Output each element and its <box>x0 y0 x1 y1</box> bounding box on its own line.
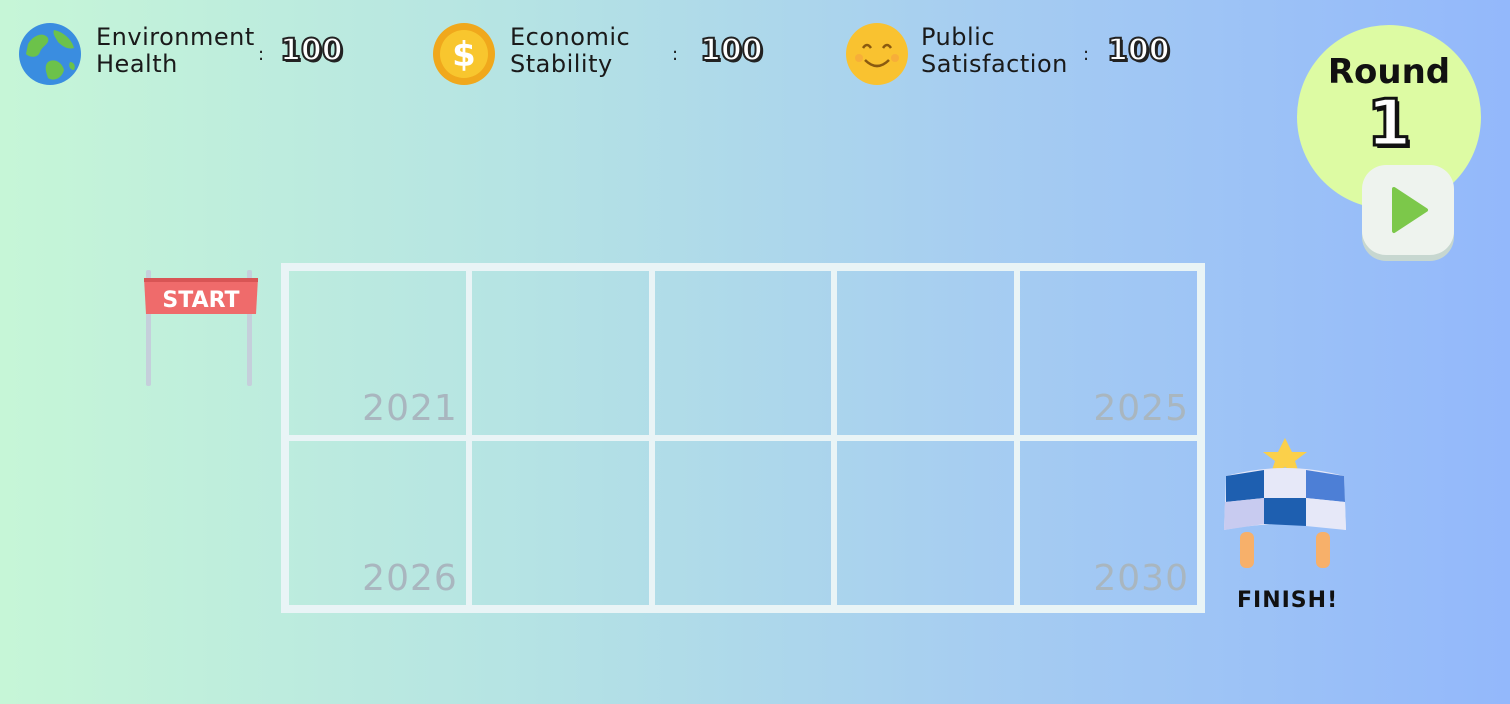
economic-label-line1: Economic <box>510 23 631 51</box>
environment-label-line1: Environment <box>96 23 255 51</box>
board-cell <box>651 268 835 438</box>
public-label-line1: Public <box>921 23 996 51</box>
round-label: Round <box>1327 52 1451 92</box>
board-cell <box>834 438 1018 608</box>
year-board: 2021 2025 2026 2030 <box>281 263 1205 613</box>
environment-colon: : <box>258 44 265 65</box>
economic-stability-stat: $ Economic Stability : 100 <box>432 18 772 88</box>
start-banner: START <box>144 270 258 386</box>
svg-text:$: $ <box>452 35 476 75</box>
play-button[interactable] <box>1362 165 1454 255</box>
environment-health-label: Environment Health <box>96 24 255 78</box>
board-cell <box>468 438 652 608</box>
board-cell <box>468 268 652 438</box>
year-label: 2021 <box>362 388 458 429</box>
year-label: 2025 <box>1093 388 1189 429</box>
economic-stability-value: 100 <box>699 32 764 69</box>
play-icon <box>1392 187 1428 233</box>
smiley-face-icon <box>846 23 908 85</box>
board-cell: 2025 <box>1017 268 1200 438</box>
public-satisfaction-stat: Public Satisfaction : 100 <box>845 18 1185 88</box>
year-label: 2026 <box>362 558 458 599</box>
earth-icon <box>19 23 81 85</box>
public-satisfaction-value: 100 <box>1106 32 1171 69</box>
environment-label-line2: Health <box>96 50 178 78</box>
board-cell <box>834 268 1018 438</box>
board-cell: 2026 <box>286 438 469 608</box>
public-satisfaction-label: Public Satisfaction <box>921 24 1068 78</box>
year-label: 2030 <box>1093 558 1189 599</box>
economic-colon: : <box>672 44 679 65</box>
start-label: START <box>162 288 239 313</box>
public-colon: : <box>1083 44 1090 65</box>
checkered-flag-icon <box>1224 438 1346 568</box>
public-label-line2: Satisfaction <box>921 50 1068 78</box>
gold-coin-icon: $ <box>433 23 495 85</box>
finish-label: FINISH! <box>1237 588 1339 613</box>
economic-label-line2: Stability <box>510 50 613 78</box>
board-cell: 2030 <box>1017 438 1200 608</box>
board-cell <box>651 438 835 608</box>
board-cell: 2021 <box>286 268 469 438</box>
environment-health-stat: Environment Health : 100 <box>18 18 358 88</box>
environment-health-value: 100 <box>279 32 344 69</box>
economic-stability-label: Economic Stability <box>510 24 630 78</box>
round-number: 1 <box>1365 86 1413 163</box>
